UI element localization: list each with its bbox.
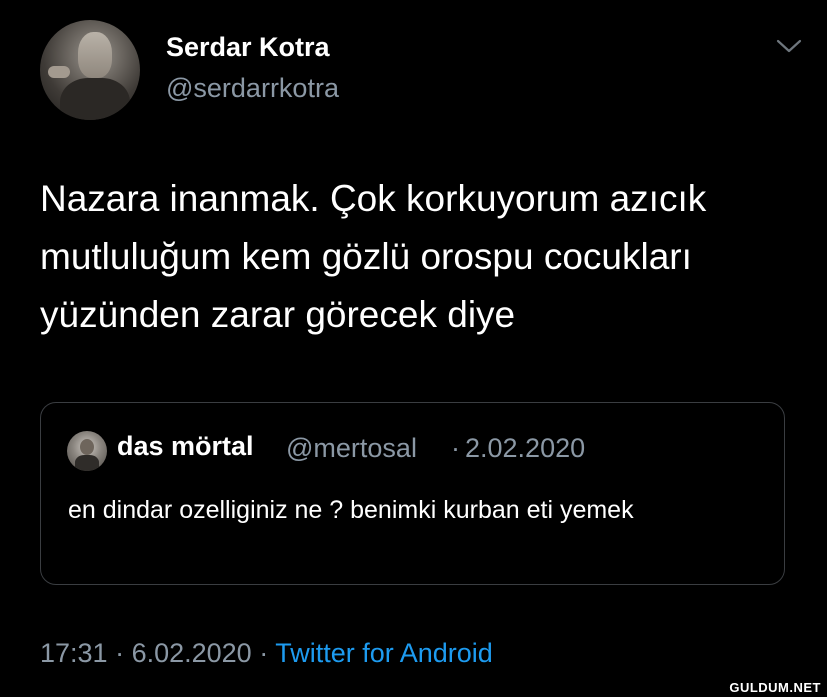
quoted-author-handle: @mertosal <box>286 433 417 463</box>
tweet-source-link[interactable]: Twitter for Android <box>275 638 493 668</box>
quoted-tweet[interactable]: das mörtal @mertosal · 2.02.2020 en dind… <box>40 402 785 585</box>
quoted-author-name: das mörtal <box>117 431 254 461</box>
avatar-body <box>60 78 130 120</box>
tweet-header: Serdar Kotra @serdarrkotra <box>40 20 802 120</box>
chevron-down-icon[interactable] <box>776 38 802 54</box>
quoted-date: 2.02.2020 <box>465 433 586 463</box>
quoted-tweet-text: en dindar ozelliginiz ne ? benimki kurba… <box>68 496 634 524</box>
watermark: GULDUM.NET <box>729 680 821 695</box>
author-avatar[interactable] <box>40 20 140 120</box>
tweet-text: Nazara inanmak. Çok korkuyorum azıcık mu… <box>40 178 707 335</box>
tweet-footer: 17:31 · 6.02.2020 · Twitter for Android <box>40 638 493 669</box>
quoted-separator: · <box>451 433 460 463</box>
tweet-date[interactable]: 6.02.2020 <box>132 638 252 668</box>
footer-separator: · <box>107 638 132 668</box>
avatar-hand <box>48 66 70 78</box>
quoted-author-avatar[interactable] <box>67 431 107 471</box>
author-handle[interactable]: @serdarrkotra <box>166 73 339 104</box>
avatar-face <box>78 32 112 78</box>
footer-separator: · <box>251 638 276 668</box>
author-name[interactable]: Serdar Kotra <box>166 32 330 63</box>
quoted-avatar-face <box>80 439 94 455</box>
quoted-avatar-shirt <box>75 455 99 471</box>
tweet-time[interactable]: 17:31 <box>40 638 108 668</box>
